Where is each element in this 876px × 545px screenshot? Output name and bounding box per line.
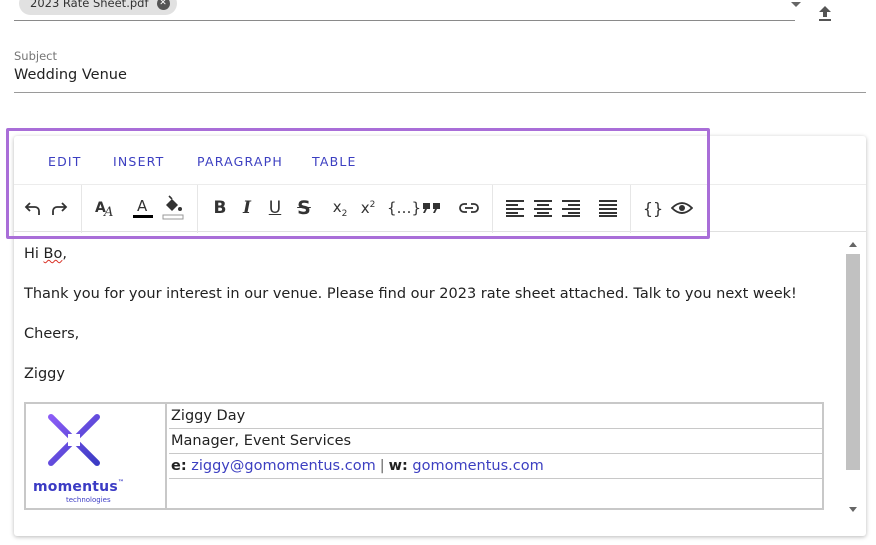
undo-button[interactable] [22, 195, 44, 221]
fill-color-icon [162, 195, 184, 220]
fill-color-button[interactable] [161, 195, 185, 221]
signature-contact: e: ziggy@gomomentus.com | w: gomomentus.co… [169, 454, 822, 479]
format-text-button[interactable]: AA [92, 195, 118, 221]
align-right-button[interactable] [559, 195, 583, 221]
redo-icon [52, 202, 68, 215]
undo-icon [24, 202, 40, 215]
toolbar-separator [492, 185, 493, 233]
source-code-button[interactable]: {} [641, 195, 665, 221]
align-center-button[interactable] [531, 195, 555, 221]
contact-separator: | [379, 458, 385, 474]
editor-scrollbar[interactable] [846, 236, 860, 536]
email-label: e: [171, 458, 187, 474]
greeting-suffix: , [62, 246, 67, 262]
toolbar-separator [197, 185, 198, 233]
signature-table: momentus™ technologies Ziggy Day Manager… [24, 402, 824, 510]
toolbar-separator [630, 185, 631, 233]
closing-line: Cheers, [24, 326, 80, 342]
attachments-field[interactable]: 2023 Rate Sheet.pdf ✕ [14, 0, 801, 21]
logo-subtitle: technologies [66, 496, 111, 504]
redo-button[interactable] [48, 195, 70, 221]
scroll-up-icon[interactable] [849, 242, 857, 247]
editor-toolbar: AA A B I U S x2 x2 {…} {} [14, 184, 866, 233]
svg-text:A: A [103, 205, 113, 218]
subject-label: Subject [14, 49, 57, 63]
subject-underline [14, 92, 866, 93]
logo-wordmark: momentus™ [33, 479, 124, 495]
subject-input[interactable]: Wedding Venue [14, 67, 127, 83]
link-button[interactable] [457, 195, 481, 221]
menu-table[interactable]: TABLE [312, 154, 357, 169]
editor-content[interactable]: Hi Bo, Thank you for your interest in ou… [14, 232, 846, 536]
justify-button[interactable] [596, 195, 620, 221]
dropdown-arrow-icon[interactable] [791, 2, 801, 7]
logo-trademark: ™ [117, 479, 125, 486]
toolbar-separator [81, 185, 82, 233]
editor-menubar: EDIT INSERT PARAGRAPH TABLE [14, 136, 866, 184]
logo-word: momentus [33, 479, 118, 495]
superscript-icon: x2 [360, 199, 376, 217]
company-logo: momentus™ technologies [26, 404, 167, 508]
scroll-thumb[interactable] [846, 254, 860, 470]
web-link[interactable]: gomomentus.com [412, 458, 543, 474]
sender-line: Ziggy [24, 366, 65, 382]
signature-title: Manager, Event Services [169, 429, 822, 454]
blockquote-button[interactable] [421, 195, 443, 221]
align-left-button[interactable] [503, 195, 527, 221]
blockquote-icon [423, 203, 440, 213]
source-code-icon: {} [642, 198, 664, 218]
subscript-icon: x2 [332, 197, 348, 219]
momentus-logo-icon [39, 405, 109, 475]
align-left-icon [506, 200, 524, 217]
align-center-icon [534, 200, 552, 217]
bold-button[interactable]: B [209, 195, 231, 221]
scroll-down-icon[interactable] [849, 507, 857, 512]
greeting-line: Hi Bo, [24, 246, 67, 262]
menu-insert[interactable]: INSERT [113, 154, 164, 169]
preview-button[interactable] [669, 195, 695, 221]
placeholder-button[interactable]: {…} [387, 195, 421, 221]
align-right-icon [562, 200, 580, 217]
greeting-prefix: Hi [24, 246, 44, 262]
remove-attachment-icon[interactable]: ✕ [156, 0, 170, 10]
strikethrough-icon: S [297, 197, 311, 219]
menu-paragraph[interactable]: PARAGRAPH [197, 154, 283, 169]
text-color-button[interactable]: A [131, 195, 155, 221]
link-icon [459, 203, 479, 213]
text-color-icon: A [133, 197, 153, 218]
rich-text-editor: EDIT INSERT PARAGRAPH TABLE AA A B I U S [14, 136, 866, 536]
signature-name: Ziggy Day [169, 404, 822, 429]
italic-button[interactable]: I [236, 195, 258, 221]
body-line: Thank you for your interest in our venue… [24, 286, 797, 302]
format-text-icon: AA [95, 200, 113, 218]
attachment-file-name: 2023 Rate Sheet.pdf [30, 0, 149, 10]
preview-icon [671, 202, 693, 214]
svg-text:A: A [137, 197, 148, 215]
justify-icon [599, 200, 617, 217]
underline-icon: U [268, 198, 282, 218]
signature-empty-row [169, 479, 822, 504]
italic-icon: I [243, 198, 251, 218]
greeting-name: Bo [43, 246, 63, 262]
menu-edit[interactable]: EDIT [48, 154, 82, 169]
strikethrough-button[interactable]: S [291, 195, 317, 221]
subscript-button[interactable]: x2 [328, 195, 352, 221]
underline-button[interactable]: U [264, 195, 286, 221]
placeholder-icon: {…} [386, 199, 422, 217]
web-label: w: [388, 458, 408, 474]
attachment-chip[interactable]: 2023 Rate Sheet.pdf ✕ [19, 0, 177, 15]
upload-icon[interactable] [816, 4, 834, 24]
bold-icon: B [213, 198, 227, 218]
superscript-button[interactable]: x2 [356, 195, 380, 221]
email-link[interactable]: ziggy@gomomentus.com [191, 458, 375, 474]
